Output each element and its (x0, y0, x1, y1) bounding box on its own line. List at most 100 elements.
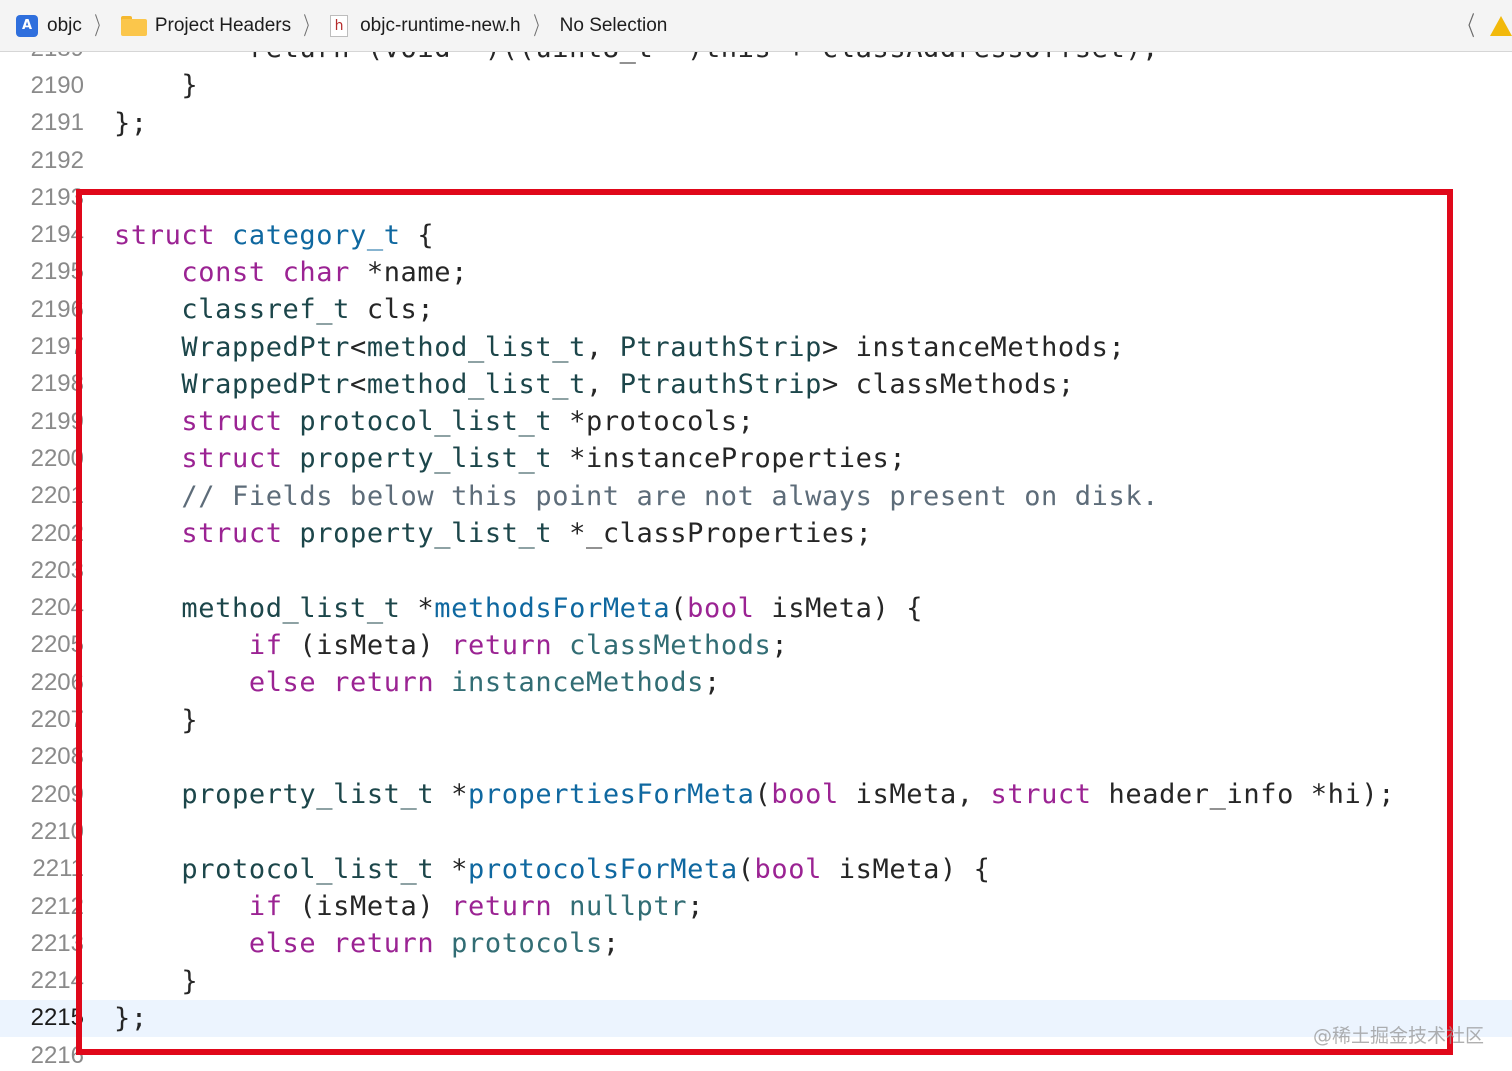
code-token: struct (181, 518, 283, 550)
code-line[interactable]: 2197 WrappedPtr<method_list_t, PtrauthSt… (0, 328, 1512, 365)
line-number[interactable]: 2200 (0, 445, 84, 473)
code-token: ; (602, 928, 620, 960)
code-line[interactable]: 2196 classref_t cls; (0, 291, 1512, 328)
code-text[interactable]: WrappedPtr<method_list_t, PtrauthStrip> … (114, 332, 1125, 363)
code-text[interactable]: } (114, 705, 198, 736)
line-number[interactable]: 2194 (0, 221, 84, 249)
code-line[interactable]: 2207 } (0, 701, 1512, 738)
code-line[interactable]: 2215}; (0, 999, 1512, 1038)
line-number[interactable]: 2191 (0, 109, 84, 137)
code-line[interactable]: 2201 // Fields below this point are not … (0, 478, 1512, 515)
code-token: else (248, 928, 317, 960)
line-number[interactable]: 2193 (0, 184, 84, 212)
code-token: char (282, 256, 350, 288)
code-text[interactable]: }; (114, 1003, 148, 1034)
line-number[interactable]: 2214 (0, 967, 84, 995)
line-number[interactable]: 2199 (0, 408, 84, 436)
code-text[interactable]: if (isMeta) return classMethods; (114, 630, 788, 661)
code-line[interactable]: 2200 struct property_list_t *instancePro… (0, 440, 1512, 477)
line-number[interactable]: 2202 (0, 520, 84, 548)
breadcrumb-file[interactable]: h objc-runtime-new.h (330, 14, 521, 37)
code-text[interactable]: method_list_t *methodsForMeta(bool isMet… (114, 593, 923, 624)
line-number[interactable]: 2207 (0, 706, 84, 734)
folder-icon (120, 15, 147, 36)
line-number[interactable]: 2195 (0, 258, 84, 286)
code-line[interactable]: 2193 (0, 179, 1512, 216)
code-text[interactable]: const char *name; (114, 257, 468, 288)
line-number[interactable]: 2208 (0, 743, 84, 771)
line-number[interactable]: 2201 (0, 482, 84, 510)
code-text[interactable]: if (isMeta) return nullptr; (114, 891, 704, 922)
code-text[interactable]: struct protocol_list_t *protocols; (114, 406, 755, 437)
code-line[interactable]: 2189 return (void *)((uint8_t *)this + c… (0, 52, 1512, 67)
code-text[interactable]: else return protocols; (114, 928, 620, 959)
code-token: isMeta) { (821, 853, 991, 885)
code-text[interactable]: protocol_list_t *protocolsForMeta(bool i… (114, 854, 991, 885)
code-line[interactable]: 2192 (0, 142, 1512, 179)
code-text[interactable]: struct category_t { (114, 220, 434, 251)
line-number[interactable]: 2216 (0, 1042, 84, 1070)
code-line[interactable]: 2198 WrappedPtr<method_list_t, PtrauthSt… (0, 366, 1512, 403)
line-number[interactable]: 2209 (0, 781, 84, 809)
code-line[interactable]: 2212 if (isMeta) return nullptr; (0, 888, 1512, 925)
breadcrumb-label: objc (47, 14, 82, 36)
line-number[interactable]: 2215 (0, 1004, 84, 1032)
code-line[interactable]: 2202 struct property_list_t *_classPrope… (0, 515, 1512, 552)
code-text[interactable]: classref_t cls; (114, 294, 434, 325)
code-text[interactable]: // Fields below this point are not alway… (114, 481, 1159, 512)
breadcrumb-project[interactable]: A objc (16, 14, 82, 37)
code-line[interactable]: 2204 method_list_t *methodsForMeta(bool … (0, 590, 1512, 627)
code-text[interactable]: struct property_list_t *_classProperties… (114, 518, 873, 549)
line-number[interactable]: 2206 (0, 669, 84, 697)
line-number[interactable]: 2212 (0, 893, 84, 921)
code-text[interactable]: }; (114, 108, 148, 139)
chevron-left-icon[interactable]: 〈 (1459, 14, 1475, 40)
code-line[interactable]: 2216 (0, 1037, 1512, 1071)
code-line[interactable]: 2206 else return instanceMethods; (0, 664, 1512, 701)
code-line[interactable]: 2213 else return protocols; (0, 925, 1512, 962)
line-number[interactable]: 2203 (0, 557, 84, 585)
line-number[interactable]: 2198 (0, 370, 84, 398)
line-number[interactable]: 2205 (0, 631, 84, 659)
code-line[interactable]: 2205 if (isMeta) return classMethods; (0, 627, 1512, 664)
code-text[interactable]: else return instanceMethods; (114, 667, 721, 698)
code-text[interactable]: property_list_t *propertiesForMeta(bool … (114, 779, 1395, 810)
code-line[interactable]: 2203 (0, 552, 1512, 589)
code-text[interactable]: } (114, 70, 198, 101)
code-line[interactable]: 2199 struct protocol_list_t *protocols; (0, 403, 1512, 440)
source-editor[interactable]: 2189 return (void *)((uint8_t *)this + c… (0, 52, 1512, 1071)
line-number[interactable]: 2196 (0, 296, 84, 324)
code-text[interactable]: return (void *)((uint8_t *)this + classA… (114, 52, 1159, 64)
code-line[interactable]: 2211 protocol_list_t *protocolsForMeta(b… (0, 851, 1512, 888)
code-line[interactable]: 2191}; (0, 105, 1512, 142)
code-line[interactable]: 2210 (0, 813, 1512, 850)
line-number[interactable]: 2204 (0, 594, 84, 622)
code-text[interactable]: WrappedPtr<method_list_t, PtrauthStrip> … (114, 369, 1075, 400)
code-token: *instanceProperties; (552, 443, 907, 475)
code-token: category_t (232, 219, 401, 251)
line-number[interactable]: 2213 (0, 930, 84, 958)
code-line[interactable]: 2190 } (0, 67, 1512, 104)
line-number[interactable]: 2190 (0, 72, 84, 100)
breadcrumb-selection[interactable]: No Selection (560, 15, 668, 37)
code-line[interactable]: 2208 (0, 739, 1512, 776)
line-number[interactable]: 2210 (0, 818, 84, 846)
code-text[interactable]: } (114, 966, 198, 997)
code-line[interactable]: 2195 const char *name; (0, 254, 1512, 291)
code-token: } (114, 70, 199, 102)
line-number[interactable]: 2189 (0, 52, 84, 63)
line-number[interactable]: 2192 (0, 147, 84, 175)
code-line[interactable]: 2209 property_list_t *propertiesForMeta(… (0, 776, 1512, 813)
code-line[interactable]: 2194 struct category_t { (0, 217, 1512, 254)
line-number[interactable]: 2197 (0, 333, 84, 361)
code-line[interactable]: 2214 } (0, 963, 1512, 1000)
code-token: * (434, 779, 468, 811)
breadcrumb-group[interactable]: Project Headers (120, 15, 291, 37)
warning-icon[interactable] (1490, 16, 1512, 36)
line-number[interactable]: 2211 (0, 855, 84, 883)
code-text[interactable]: struct property_list_t *instanceProperti… (114, 443, 906, 474)
